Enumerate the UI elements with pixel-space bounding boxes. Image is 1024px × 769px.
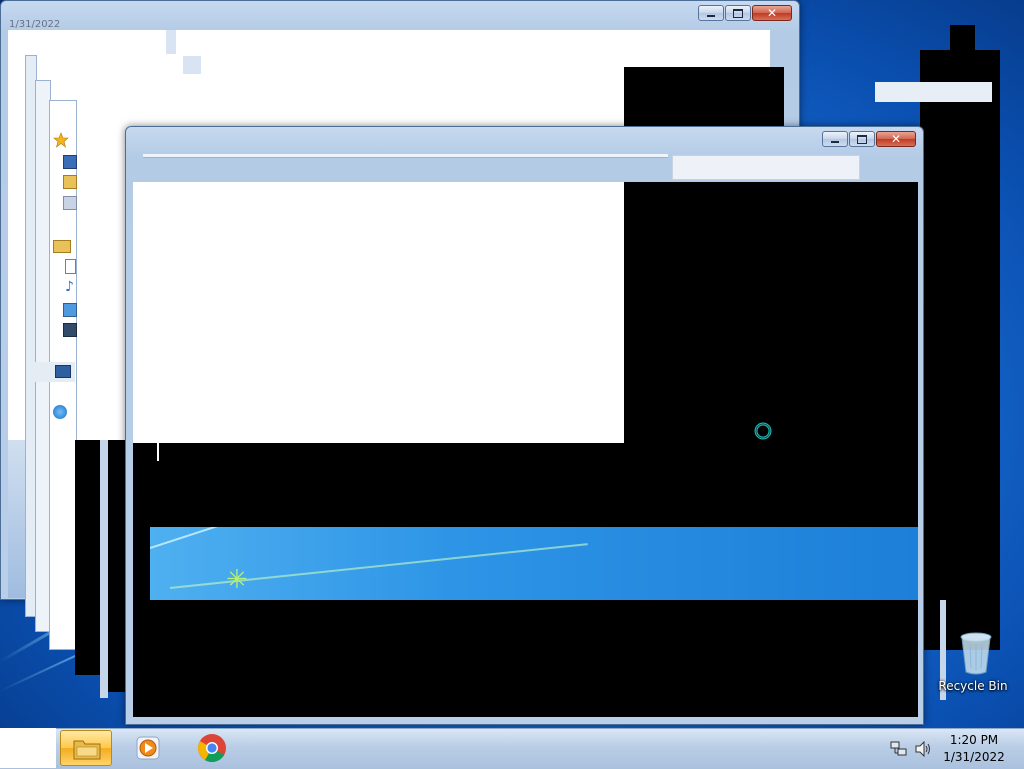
- folder-icon: [73, 740, 101, 760]
- render-artifact: [875, 82, 992, 102]
- minimize-icon: [707, 14, 715, 17]
- start-button-area[interactable]: [0, 728, 56, 768]
- network-icon[interactable]: [53, 405, 67, 419]
- media-player-icon: [136, 736, 160, 760]
- star-icon[interactable]: [53, 132, 69, 148]
- desktop-icon[interactable]: [63, 155, 77, 169]
- close-icon: ✕: [890, 132, 902, 146]
- network-status-icon[interactable]: [890, 741, 908, 757]
- clock-time[interactable]: 1:20 PM: [940, 733, 1008, 747]
- pictures-icon[interactable]: [63, 303, 77, 317]
- recycle-bin-icon: [960, 632, 992, 675]
- caption-buttons: ✕: [697, 5, 792, 21]
- render-artifact: [920, 50, 1000, 650]
- folder-icon[interactable]: [63, 175, 77, 189]
- close-button[interactable]: ✕: [876, 131, 916, 147]
- render-artifact: [183, 56, 201, 74]
- title-fragment: 1/31/2022: [9, 19, 61, 30]
- chrome-icon: [198, 734, 226, 762]
- busy-cursor-icon: [754, 422, 772, 440]
- recycle-bin-label: Recycle Bin: [938, 679, 1008, 693]
- search-box[interactable]: [672, 155, 860, 180]
- window-frame-edge: [100, 440, 108, 698]
- taskbar-explorer-button[interactable]: [60, 730, 112, 766]
- close-button[interactable]: ✕: [752, 5, 792, 21]
- maximize-icon: [733, 8, 743, 18]
- network-places-icon[interactable]: [63, 196, 77, 210]
- videos-icon[interactable]: [63, 323, 77, 337]
- music-icon[interactable]: ♪: [65, 280, 74, 294]
- minimize-button[interactable]: [822, 131, 848, 147]
- wallpaper-fragment: ✳: [150, 527, 918, 600]
- content-pane: [133, 182, 624, 443]
- render-artifact: [624, 182, 784, 527]
- render-artifact: [166, 30, 176, 54]
- address-bar[interactable]: [143, 154, 668, 158]
- recycle-bin-shortcut[interactable]: Recycle Bin: [938, 630, 1008, 700]
- volume-icon[interactable]: [914, 741, 932, 757]
- maximize-button[interactable]: [849, 131, 875, 147]
- render-artifact: [157, 443, 159, 461]
- caption-buttons: ✕: [821, 131, 916, 147]
- taskbar-media-player-button[interactable]: [124, 730, 176, 766]
- wallpaper-glow: ✳: [226, 565, 248, 595]
- documents-icon[interactable]: [65, 259, 76, 274]
- clock-date[interactable]: 1/31/2022: [940, 750, 1008, 764]
- taskbar-chrome-button[interactable]: [186, 730, 238, 766]
- computer-icon[interactable]: [55, 365, 71, 378]
- render-artifact: [103, 55, 148, 60]
- minimize-button[interactable]: [698, 5, 724, 21]
- minimize-icon: [831, 140, 839, 143]
- maximize-button[interactable]: [725, 5, 751, 21]
- wallpaper-streak: [150, 527, 398, 549]
- close-icon: ✕: [766, 6, 778, 20]
- render-artifact: [108, 440, 126, 692]
- libraries-icon[interactable]: [53, 240, 71, 253]
- maximize-icon: [857, 134, 867, 144]
